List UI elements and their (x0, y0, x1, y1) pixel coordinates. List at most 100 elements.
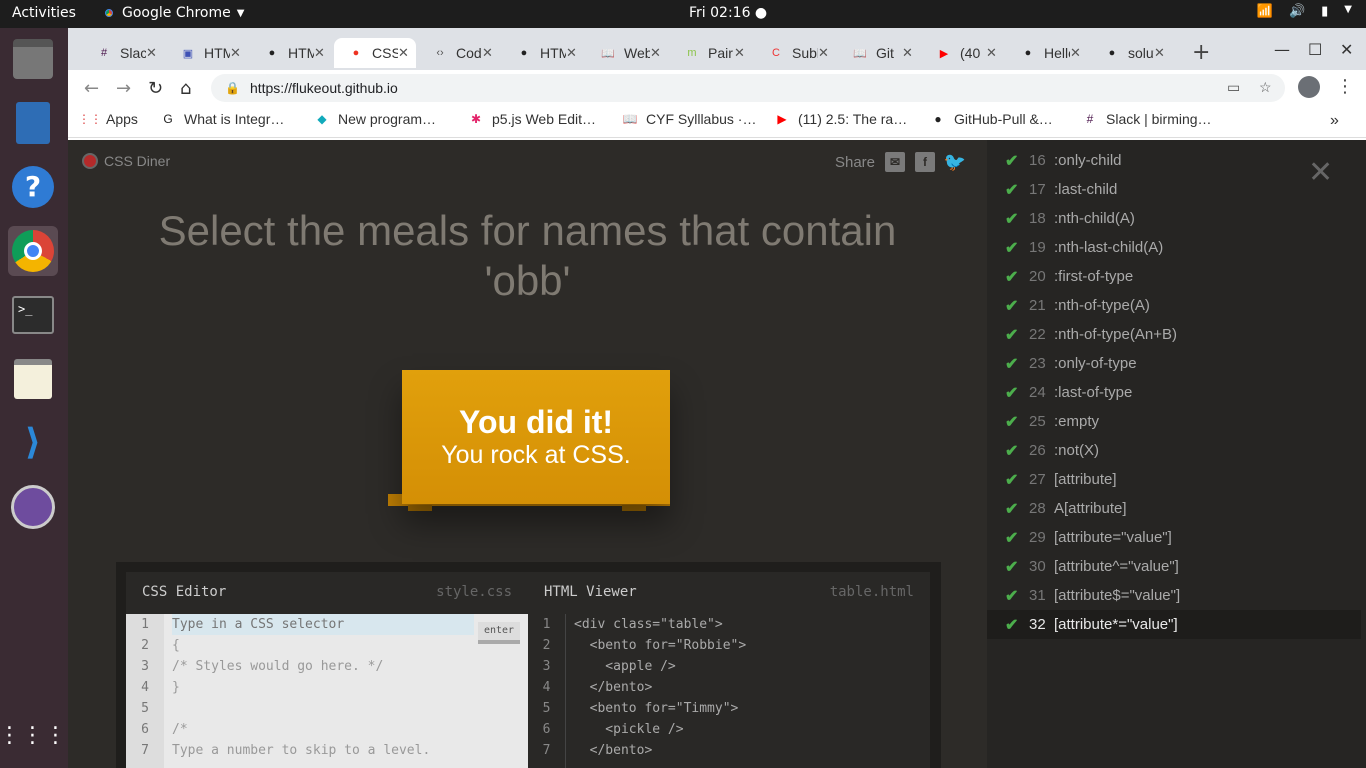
avatar[interactable] (1298, 76, 1320, 98)
level-item[interactable]: ✔ 20:first-of-type (987, 262, 1361, 291)
tab-5[interactable]: ● HTML✕ (502, 38, 584, 68)
close-tab-icon[interactable]: ✕ (146, 45, 164, 61)
html-code-line[interactable]: </bento> (574, 677, 920, 698)
back-button[interactable]: ← (84, 78, 99, 99)
close-tab-icon[interactable]: ✕ (566, 45, 584, 61)
minimize-button[interactable]: — (1274, 40, 1290, 59)
level-item[interactable]: ✔ 26:not(X) (987, 436, 1361, 465)
bookmark-item[interactable]: ✱ p5.js Web Edit… (468, 111, 596, 127)
facebook-icon[interactable]: f (915, 152, 935, 172)
bookmark-item[interactable]: 📖 CYF Sylllabus ·… (622, 111, 757, 127)
tab-6[interactable]: 📖 Web ✕ (586, 38, 668, 68)
reload-button[interactable]: ↻ (148, 78, 163, 99)
dock-help[interactable]: ? (8, 162, 58, 212)
level-item[interactable]: ✔ 28 A[attribute] (987, 494, 1361, 523)
level-item[interactable]: ✔ 24:last-of-type (987, 378, 1361, 407)
tab-4[interactable]: ‹› Code✕ (418, 38, 500, 68)
tab-11[interactable]: ● Hello✕ (1006, 38, 1088, 68)
maximize-button[interactable]: ☐ (1308, 40, 1322, 59)
activities-button[interactable]: Activities (12, 5, 76, 21)
close-tab-icon[interactable]: ✕ (1154, 45, 1172, 61)
enter-button[interactable]: enter (478, 622, 520, 644)
close-icon[interactable]: ✕ (1308, 158, 1333, 188)
close-tab-icon[interactable]: ✕ (230, 45, 248, 61)
forward-button[interactable]: → (116, 78, 131, 99)
css-diner-page: CSS Diner Share ✉ f 🐦 Select the meals f… (68, 140, 1366, 768)
level-instruction: Select the meals for names that contain … (68, 206, 987, 306)
bookmarks-overflow[interactable]: » (1330, 112, 1339, 130)
dock-files[interactable] (8, 34, 58, 84)
level-item[interactable]: ✔ 32 [attribute*="value"] (987, 610, 1361, 639)
bookmark-item[interactable]: ◆ New program… (314, 111, 436, 127)
bookmark-item[interactable]: ● GitHub-Pull &… (930, 111, 1052, 127)
clock[interactable]: Fri 02:16 ● (689, 5, 767, 21)
level-item[interactable]: ✔ 22:nth-of-type(An+B) (987, 320, 1361, 349)
dock-chrome[interactable] (8, 226, 58, 276)
twitter-icon[interactable]: 🐦 (944, 152, 966, 172)
level-item[interactable]: ✔ 25:empty (987, 407, 1361, 436)
system-tray[interactable]: 📶 🔊 ▮ ▼ (1257, 4, 1352, 19)
new-tab-button[interactable]: + (1192, 40, 1210, 65)
html-code-line[interactable]: <div class="table"> (574, 614, 920, 635)
close-tab-icon[interactable]: ✕ (818, 45, 836, 61)
close-tab-icon[interactable]: ✕ (902, 45, 920, 61)
bookmark-star-icon[interactable]: ☆ (1259, 79, 1272, 96)
bookmark-item[interactable]: ▶ (11) 2.5: The ra… (774, 111, 907, 127)
tab-7[interactable]: m Pair ✕ (670, 38, 752, 68)
level-number: 16 (1029, 152, 1046, 169)
dock-document-viewer[interactable] (8, 98, 58, 148)
tab-0[interactable]: # Slack✕ (82, 38, 164, 68)
email-icon[interactable]: ✉ (885, 152, 905, 172)
tab-1[interactable]: ▣ HTML✕ (166, 38, 248, 68)
close-tab-icon[interactable]: ✕ (482, 45, 500, 61)
tab-label: HTML (540, 45, 566, 61)
dock-text-editor[interactable] (8, 354, 58, 404)
css-diner-logo[interactable]: CSS Diner (82, 153, 170, 169)
close-tab-icon[interactable]: ✕ (398, 45, 416, 61)
level-item[interactable]: ✔ 29 [attribute="value"] (987, 523, 1361, 552)
bookmark-item[interactable]: ⋮⋮ Apps (78, 111, 138, 127)
app-menu[interactable]: Google Chrome ▼ (102, 5, 244, 21)
address-bar[interactable]: 🔒 https://flukeout.github.io ▭ ☆ (211, 74, 1285, 102)
html-code-line[interactable]: </bento> (574, 740, 920, 761)
tab-10[interactable]: ▶ (40 ✕ (922, 38, 1004, 68)
level-item[interactable]: ✔ 27 [attribute] (987, 465, 1361, 494)
html-code-line[interactable]: <pickle /> (574, 719, 920, 740)
dock-vscode[interactable]: ⟩ (8, 418, 58, 468)
html-code-line[interactable]: <bento for="Timmy"> (574, 698, 920, 719)
cast-icon[interactable]: ▭ (1227, 79, 1240, 96)
level-item[interactable]: ✔ 18:nth-child(A) (987, 204, 1361, 233)
level-item[interactable]: ✔ 31 [attribute$="value"] (987, 581, 1361, 610)
close-tab-icon[interactable]: ✕ (1070, 45, 1088, 61)
close-tab-icon[interactable]: ✕ (986, 45, 1004, 61)
html-code-line[interactable]: <apple /> (574, 656, 920, 677)
close-tab-icon[interactable]: ✕ (734, 45, 752, 61)
dock-show-applications[interactable]: ⋮⋮⋮ (0, 710, 67, 760)
checkmark-icon: ✔ (1005, 616, 1019, 634)
tab-8[interactable]: C Sublime✕ (754, 38, 836, 68)
bookmark-item[interactable]: # Slack | birming… (1082, 111, 1212, 127)
html-code-line[interactable]: <bento for="Robbie"> (574, 635, 920, 656)
level-item[interactable]: ✔ 17:last-child (987, 175, 1361, 204)
level-item[interactable]: ✔ 23:only-of-type (987, 349, 1361, 378)
menu-kebab-icon[interactable]: ⋮ (1336, 76, 1354, 97)
close-window-button[interactable]: ✕ (1340, 40, 1353, 59)
level-item[interactable]: ✔ 16:only-child (987, 146, 1361, 175)
level-name: :nth-of-type(A) (1054, 297, 1150, 314)
level-item[interactable]: ✔ 30 [attribute^="value"] (987, 552, 1361, 581)
level-item[interactable]: ✔ 21:nth-of-type(A) (987, 291, 1361, 320)
close-tab-icon[interactable]: ✕ (314, 45, 332, 61)
tab-12[interactable]: ● solution✕ (1090, 38, 1172, 68)
css-selector-input[interactable] (172, 614, 474, 635)
bookmark-item[interactable]: G What is Integr… (160, 111, 284, 127)
home-button[interactable]: ⌂ (180, 78, 191, 99)
dock-github-desktop[interactable] (8, 482, 58, 532)
tab-3[interactable]: ● CSS Diner✕ (334, 38, 416, 68)
tab-2[interactable]: ● HTML✕ (250, 38, 332, 68)
code-line: { (172, 638, 180, 653)
dock-terminal[interactable]: >_ (8, 290, 58, 340)
table-leg (622, 505, 646, 511)
tab-9[interactable]: 📖 Git ✕ (838, 38, 920, 68)
close-tab-icon[interactable]: ✕ (650, 45, 668, 61)
level-item[interactable]: ✔ 19:nth-last-child(A) (987, 233, 1361, 262)
